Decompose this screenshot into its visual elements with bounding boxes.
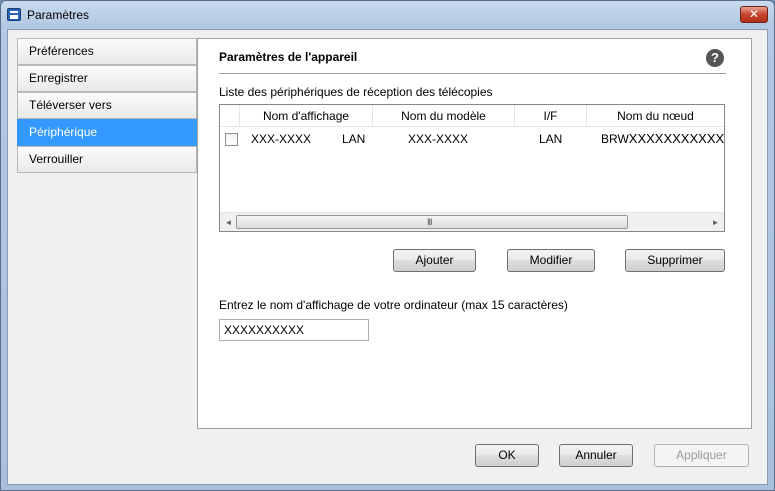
row-interface: LAN [539,132,563,146]
scroll-grip-icon: III [427,217,432,227]
add-button[interactable]: Ajouter [393,249,476,272]
table-row[interactable]: XXX-XXXX LAN XXX-XXXX LAN BRWXXXXXXXXXXX… [220,128,724,150]
row-node-name: BRWXXXXXXXXXXXX [601,128,724,150]
cancel-button[interactable]: Annuler [559,444,633,467]
header-node-name[interactable]: Nom du nœud [587,105,724,127]
scroll-left-arrow-icon[interactable]: ◄ [220,213,237,231]
row-display-name: XXX-XXXX [251,132,312,146]
title-bar[interactable]: Paramètres ✕ [1,1,774,29]
settings-window: Paramètres ✕ Préférences Enregistrer Tél… [0,0,775,491]
app-icon [7,8,21,21]
title-divider [219,73,726,74]
delete-button[interactable]: Supprimer [625,249,725,272]
header-interface[interactable]: I/F [515,105,587,127]
window-title: Paramètres [27,8,90,22]
edit-button[interactable]: Modifier [507,249,595,272]
sidebar-item-upload-to[interactable]: Téléverser vers [17,92,197,119]
computer-name-input[interactable] [219,319,369,341]
header-model-name[interactable]: Nom du modèle [373,105,515,127]
close-button[interactable]: ✕ [740,6,768,23]
header-checkbox-column[interactable] [220,105,240,127]
sidebar-item-save[interactable]: Enregistrer [17,65,197,92]
panel-title: Paramètres de l'appareil [219,50,358,64]
computer-name-caption: Entrez le nom d'affichage de votre ordin… [219,298,568,312]
apply-button: Appliquer [654,444,749,467]
device-settings-panel: Paramètres de l'appareil ? Liste des pér… [197,38,752,429]
dialog-client-area: Préférences Enregistrer Téléverser vers … [7,29,768,485]
row-model-name: XXX-XXXX [408,132,469,146]
list-header: Nom d'affichage Nom du modèle I/F Nom du… [220,105,724,127]
horizontal-scrollbar[interactable]: ◄ III ► [220,212,724,231]
scroll-right-arrow-icon[interactable]: ► [707,213,724,231]
fax-devices-list[interactable]: Nom d'affichage Nom du modèle I/F Nom du… [219,104,725,232]
sidebar-item-device[interactable]: Périphérique [17,119,197,146]
node-name-prefix: BRW [601,132,629,146]
sidebar-item-lock[interactable]: Verrouiller [17,146,197,173]
help-icon[interactable]: ? [706,49,724,67]
settings-sidebar: Préférences Enregistrer Téléverser vers … [17,38,197,177]
row-checkbox[interactable] [225,133,238,146]
fax-devices-caption: Liste des périphériques de réception des… [219,85,493,99]
node-name-suffix: XXXXXXXXXXXX [628,131,724,146]
row-display-interface: LAN [342,132,366,146]
scrollbar-thumb[interactable]: III [236,215,628,229]
header-display-name[interactable]: Nom d'affichage [240,105,373,127]
sidebar-item-preferences[interactable]: Préférences [17,38,197,65]
ok-button[interactable]: OK [475,444,539,467]
